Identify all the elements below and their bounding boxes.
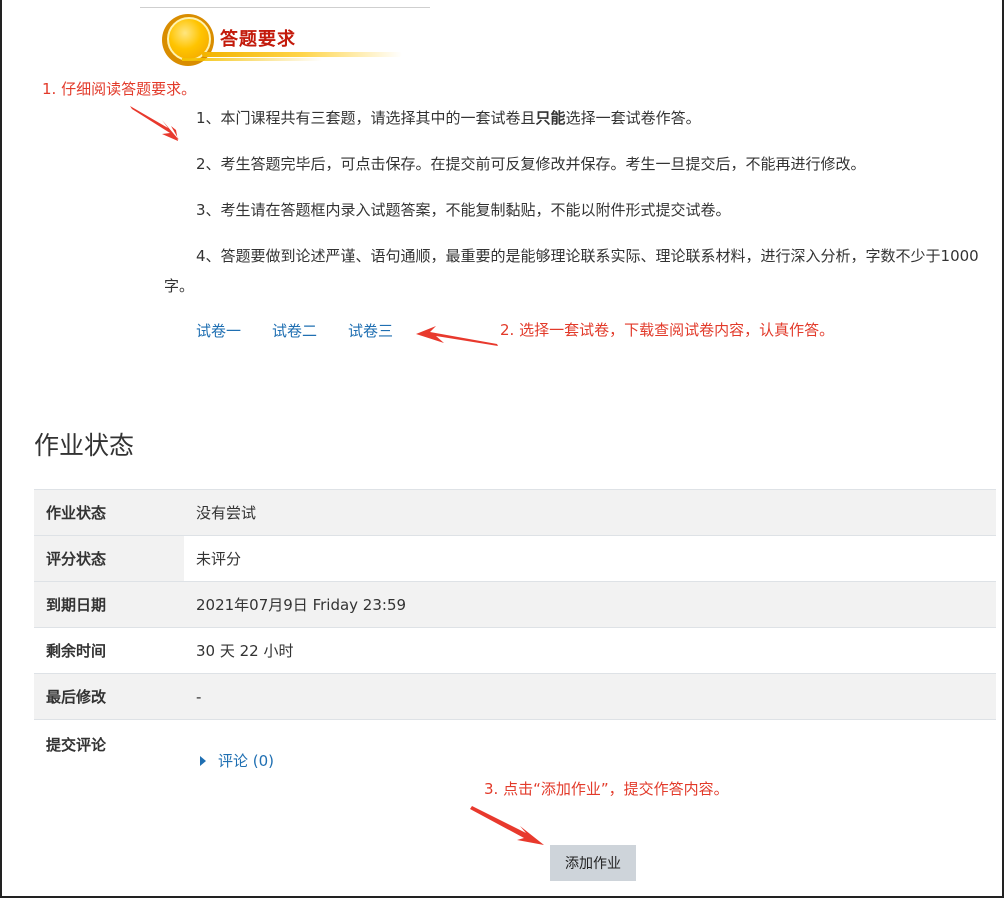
submission-status-heading: 作业状态 [34,431,135,460]
requirement-1-text-end: 选择一套试卷作答。 [565,109,701,127]
banner-title: 答题要求 [220,29,296,50]
submission-comments-label: 提交评论 [34,719,184,806]
caret-right-icon [200,755,206,766]
last-modified-label: 最后修改 [34,673,184,720]
annotation-step2: 2. 选择一套试卷，下载查阅试卷内容，认真作答。 [500,321,835,339]
requirement-4: 4、答题要做到论述严谨、语句通顺，最重要的是能够理论联系实际、理论联系材料，进行… [164,247,979,295]
top-divider [140,7,430,8]
requirements-banner: 答题要求 [162,14,402,70]
banner-underline-secondary [182,58,322,61]
status-value: 没有尝试 [184,489,996,536]
grading-label: 评分状态 [34,535,184,582]
last-modified-value: - [184,673,996,720]
paper-link-3[interactable]: 试卷三 [348,320,393,341]
requirement-1: 1、本门课程共有三套题，请选择其中的一套试卷且只能选择一套试卷作答。 [164,103,994,133]
annotation-step3: 3. 点击“添加作业”，提交作答内容。 [484,780,729,798]
requirement-1-text: 1、本门课程共有三套题，请选择其中的一套试卷且 [196,109,536,127]
comments-link: 评论 (0) [218,752,275,770]
paper-link-1[interactable]: 试卷一 [196,320,241,341]
requirement-3: 3、考生请在答题框内录入试题答案，不能复制黏贴，不能以附件形式提交试卷。 [196,201,731,219]
status-label: 作业状态 [34,489,184,536]
submission-status-table: 作业状态 没有尝试 评分状态 未评分 到期日期 2021年07月9日 Frida… [34,489,996,806]
grading-value: 未评分 [184,535,996,582]
table-row: 剩余时间 30 天 22 小时 [34,627,996,674]
due-date-label: 到期日期 [34,581,184,628]
requirement-2: 2、考生答题完毕后，可点击保存。在提交前可反复修改并保存。考生一旦提交后，不能再… [196,155,866,173]
time-remaining-label: 剩余时间 [34,627,184,674]
banner-underline [202,52,402,57]
table-row: 最后修改 - [34,673,996,720]
annotation-arrow-3-icon [470,806,544,845]
paper-link-2[interactable]: 试卷二 [272,320,317,341]
due-date-value: 2021年07月9日 Friday 23:59 [184,581,996,628]
add-submission-button[interactable]: 添加作业 [550,845,636,881]
annotation-step1: 1. 仔细阅读答题要求。 [42,80,197,98]
table-row: 到期日期 2021年07月9日 Friday 23:59 [34,581,996,628]
time-remaining-value: 30 天 22 小时 [184,627,996,674]
table-row: 作业状态 没有尝试 [34,489,996,536]
comments-toggle[interactable]: 评论 (0) [200,750,274,771]
requirement-1-bold: 只能 [535,109,566,127]
table-row: 评分状态 未评分 [34,535,996,582]
paper-links: 试卷一 试卷二 试卷三 [196,320,393,341]
